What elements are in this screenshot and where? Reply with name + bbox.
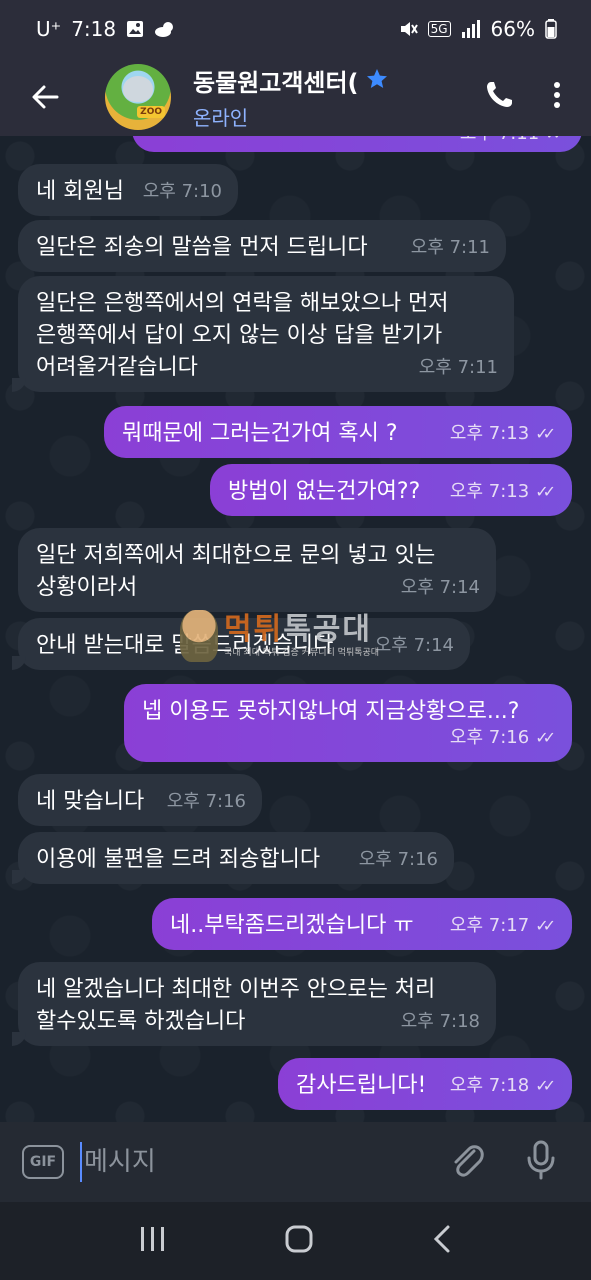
phone-icon	[487, 82, 512, 107]
watermark-tagline: 국내 최대 먹튀 검증 커뮤니티 먹튀톡공대	[224, 647, 380, 658]
chevron-left-icon	[434, 1225, 450, 1253]
read-check-icon: ✓✓	[535, 1076, 556, 1095]
message-time: 오후 7:13	[449, 423, 530, 444]
read-check-icon: ✓✓	[545, 136, 566, 150]
star-icon	[365, 67, 389, 95]
message-time: 오후 7:11	[418, 357, 498, 378]
read-check-icon: ✓✓	[535, 424, 556, 443]
status-bar: U⁺ 7:18 5G 66%	[0, 0, 591, 58]
message-time: 오후 7:18	[400, 1011, 480, 1032]
avatar-badge: ZOO	[137, 106, 165, 118]
message-input[interactable]	[80, 1142, 410, 1182]
message-time: 오후 7:11	[460, 136, 539, 150]
message-time: 오후 7:16	[449, 727, 530, 748]
message-bubble-in[interactable]: 일단은 은행쪽에서의 연락을 해보았으나 먼저 은행쪽에서 답이 오지 않는 이…	[12, 276, 514, 392]
message-text-line: 일단은 은행쪽에서의 연락을 해보았으나 먼저	[36, 291, 449, 316]
chat-title: 동물원고객센터(	[193, 69, 359, 97]
avatar[interactable]: ZOO	[105, 64, 171, 130]
message-time: 오후 7:10	[142, 181, 222, 202]
voice-message-button[interactable]	[526, 1140, 556, 1184]
recents-icon	[140, 1227, 164, 1251]
read-check-icon: ✓✓	[535, 728, 556, 747]
chat-header: ZOO 동물원고객센터( 온라인	[0, 58, 591, 136]
network-label: 5G	[427, 21, 451, 37]
message-text: 넵 이용도 못하지않나여 지금상황으로...?	[142, 699, 520, 724]
mute-icon	[398, 19, 418, 39]
message-time: 오후 7:11	[410, 237, 490, 258]
message-text: 뭐때문에 그러는건가여 혹시 ?	[122, 421, 398, 446]
mascot-icon	[180, 610, 218, 662]
paperclip-icon	[454, 1145, 484, 1177]
chat-title-block[interactable]: 동물원고객센터( 온라인	[193, 63, 413, 131]
system-nav-bar	[0, 1202, 591, 1280]
message-text-line: 은행쪽에서 답이 오지 않는 이상 답을 받기가	[36, 323, 443, 348]
call-button[interactable]	[483, 79, 515, 115]
message-time: 오후 7:18	[449, 1075, 530, 1096]
carrier-label: U⁺	[36, 17, 62, 41]
battery-icon	[545, 19, 557, 39]
recent-apps-button[interactable]	[139, 1226, 167, 1256]
message-time: 오후 7:13	[449, 481, 530, 502]
message-bubble-out[interactable]: 감사드립니다! 오후 7:18 ✓✓	[278, 1058, 572, 1110]
message-text: 네 맞습니다	[36, 789, 145, 814]
weather-icon	[154, 20, 176, 38]
message-list[interactable]: 오후 7:11 ✓✓ 네 회원님 오후 7:10 일단은 죄송의 말씀을 먼저 드…	[0, 136, 591, 1122]
message-bubble-in[interactable]: 네 맞습니다 오후 7:16	[18, 774, 262, 826]
elephant-icon	[123, 76, 153, 102]
more-menu-button[interactable]	[553, 81, 561, 113]
message-bubble-out[interactable]: 넵 이용도 못하지않나여 지금상황으로...? 오후 7:16 ✓✓	[124, 684, 572, 762]
message-time: 오후 7:16	[358, 849, 438, 870]
home-button[interactable]	[284, 1224, 314, 1258]
message-time: 오후 7:17	[449, 915, 530, 936]
message-bubble-in[interactable]: 네 알겠습니다 최대한 이번주 안으로는 처리 할수있도록 하겠습니다 오후 7…	[12, 962, 496, 1046]
message-bubble-out[interactable]: 네..부탁좀드리겠습니다 ㅠ 오후 7:17 ✓✓	[152, 898, 572, 950]
home-icon	[285, 1225, 313, 1253]
message-text-line: 네 알겠습니다 최대한 이번주 안으로는 처리	[36, 977, 436, 1002]
message-bubble-out[interactable]: 뭐때문에 그러는건가여 혹시 ? 오후 7:13 ✓✓	[104, 406, 572, 458]
message-bubble-in[interactable]: 일단 저희쪽에서 최대한으로 문의 넣고 잇는 상황이라서 오후 7:14	[18, 528, 496, 612]
back-button[interactable]	[15, 67, 75, 127]
message-text: 네 회원님	[36, 179, 124, 204]
watermark-brand-left: 먹튀	[224, 611, 284, 647]
message-bubble-in[interactable]: 이용에 불편을 드려 죄송합니다 오후 7:16	[12, 832, 454, 884]
read-check-icon: ✓✓	[535, 482, 556, 501]
message-bubble-in[interactable]: 네 회원님 오후 7:10	[18, 164, 238, 216]
message-text: 일단은 죄송의 말씀을 먼저 드립니다	[36, 235, 368, 260]
online-status: 온라인	[193, 106, 249, 130]
message-bubble-out[interactable]: 오후 7:11 ✓✓	[132, 136, 582, 152]
microphone-icon	[527, 1140, 555, 1180]
message-text-line: 일단 저희쪽에서 최대한으로 문의 넣고 잇는	[36, 543, 436, 568]
gif-button[interactable]: GIF	[22, 1145, 64, 1179]
message-time: 오후 7:16	[166, 791, 246, 812]
system-back-button[interactable]	[432, 1224, 452, 1258]
battery-percent: 66%	[490, 17, 535, 41]
attach-button[interactable]	[450, 1141, 484, 1183]
more-vertical-icon	[554, 82, 560, 108]
message-text: 방법이 없는건가여??	[228, 479, 421, 504]
message-text: 감사드립니다!	[296, 1073, 427, 1098]
watermark-logo: 먹튀톡공대 국내 최대 먹튀 검증 커뮤니티 먹튀톡공대	[180, 606, 420, 666]
composer-bar: GIF	[0, 1122, 591, 1202]
gallery-icon	[126, 20, 144, 38]
clock: 7:18	[71, 17, 117, 41]
message-time: 오후 7:14	[400, 577, 480, 598]
message-text: 이용에 불편을 드려 죄송합니다	[36, 847, 321, 872]
signal-icon	[461, 20, 481, 38]
message-bubble-in[interactable]: 일단은 죄송의 말씀을 먼저 드립니다 오후 7:11	[18, 220, 506, 272]
message-text: 네..부탁좀드리겠습니다 ㅠ	[170, 913, 414, 938]
watermark-brand-right: 톡공대	[283, 611, 373, 647]
back-arrow-icon	[32, 85, 59, 109]
read-check-icon: ✓✓	[535, 916, 556, 935]
message-bubble-out[interactable]: 방법이 없는건가여?? 오후 7:13 ✓✓	[210, 464, 572, 516]
